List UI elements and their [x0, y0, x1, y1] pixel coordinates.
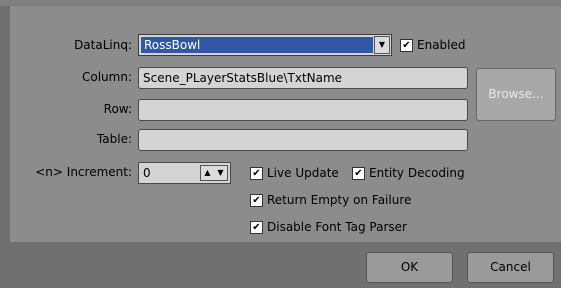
ok-button[interactable]: OK [366, 252, 453, 283]
table-field[interactable] [138, 129, 468, 151]
table-label: Table: [96, 132, 132, 146]
live-update-label: Live Update [267, 166, 339, 180]
enabled-checkbox[interactable]: ✔ [400, 39, 413, 52]
increment-value: 0 [143, 166, 151, 180]
increment-label: <n> Increment: [35, 165, 132, 179]
browse-button[interactable]: Browse... [476, 68, 556, 121]
chevron-down-icon[interactable]: ▼ [374, 36, 390, 54]
arrow-down-icon[interactable]: ▼ [214, 166, 227, 180]
enabled-label: Enabled [417, 38, 466, 52]
live-update-checkbox[interactable]: ✔ [250, 167, 263, 180]
row-label: Row: [103, 102, 132, 116]
disable-font-checkbox[interactable]: ✔ [250, 221, 263, 234]
increment-stepper[interactable]: 0 ▲ ▼ [138, 162, 231, 184]
return-empty-checkbox[interactable]: ✔ [250, 194, 263, 207]
return-empty-label: Return Empty on Failure [267, 193, 412, 207]
arrow-up-icon[interactable]: ▲ [201, 166, 214, 180]
stepper-buttons[interactable]: ▲ ▼ [200, 165, 228, 181]
dataling-selected-value: RossBowl [141, 37, 373, 53]
cancel-button[interactable]: Cancel [467, 252, 554, 283]
column-field[interactable]: Scene_PLayerStatsBlue\TxtName [138, 67, 468, 89]
column-label: Column: [82, 70, 132, 84]
dataling-label: DataLinq: [74, 38, 132, 52]
entity-decoding-label: Entity Decoding [369, 166, 465, 180]
column-value: Scene_PLayerStatsBlue\TxtName [143, 71, 343, 85]
entity-decoding-checkbox[interactable]: ✔ [352, 167, 365, 180]
dataling-dropdown[interactable]: RossBowl ▼ [138, 34, 392, 56]
disable-font-label: Disable Font Tag Parser [267, 220, 407, 234]
row-field[interactable] [138, 99, 468, 121]
